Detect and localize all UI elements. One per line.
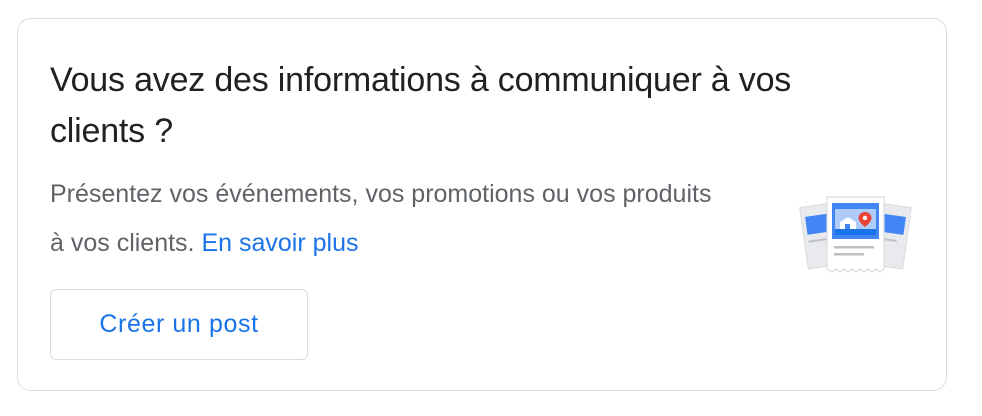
create-post-button[interactable]: Créer un post [50, 289, 308, 360]
card-description: Présentez vos événements, vos promotions… [50, 170, 730, 268]
card-title: Vous avez des informations à communiquer… [50, 61, 792, 150]
learn-more-link[interactable]: En savoir plus [201, 229, 358, 257]
description-text: Présentez vos événements, vos promotions… [50, 180, 712, 257]
post-promo-card: Vous avez des informations à communiquer… [17, 18, 947, 391]
front-page [826, 196, 885, 273]
posts-illustration-icon [799, 196, 912, 273]
